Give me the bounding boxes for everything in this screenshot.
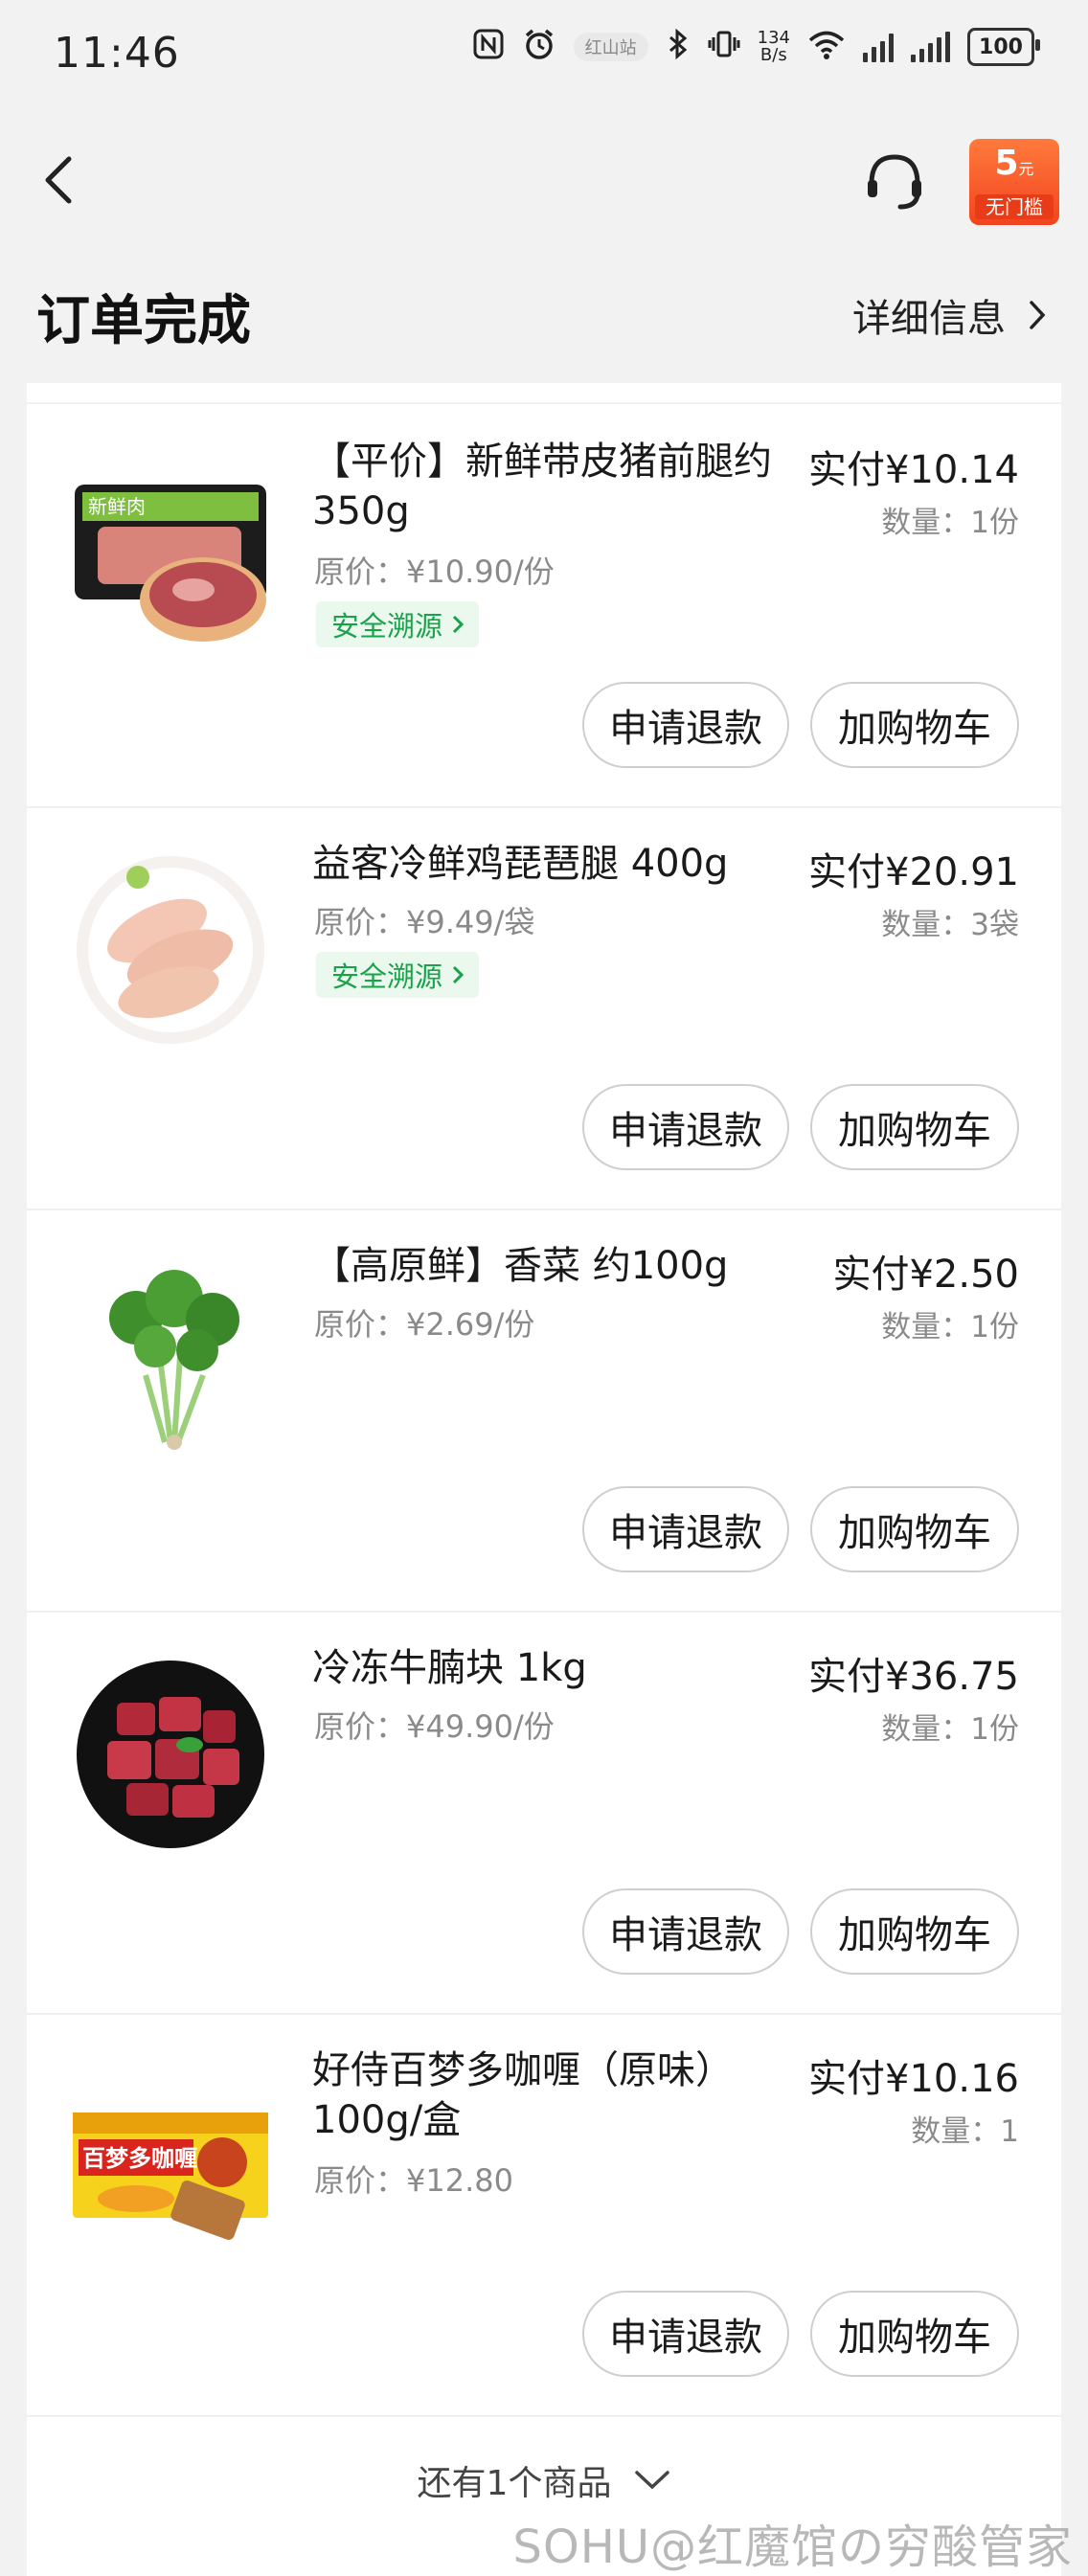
coupon-badge[interactable]: 5元 无门槛 [969,139,1059,225]
paid-amount: 实付¥2.50 [832,1253,1019,1297]
pork-pack-label: 新鲜肉 [88,495,146,518]
chevron-right-icon [452,965,465,984]
detail-info-label: 详细信息 [852,297,1006,341]
paid-amount: 实付¥20.91 [808,850,1019,894]
status-time: 11:46 [54,29,180,78]
request-refund-button[interactable]: 申请退款 [582,1084,789,1170]
request-refund-button[interactable]: 申请退款 [582,2291,789,2377]
original-price: 原价：¥2.69/份 [314,1306,535,1343]
detail-info-link[interactable]: 详细信息 [852,287,1046,343]
chevron-right-icon [1030,301,1046,329]
status-icons: 红山站 134 B/s 100 [472,27,1040,67]
product-name[interactable]: 【平价】新鲜带皮猪前腿约350g [312,437,810,536]
chevron-left-icon [45,156,72,204]
quantity: 数量：1 [911,2114,1019,2149]
headset-icon [868,154,921,210]
wifi-icon [807,29,846,65]
request-refund-button[interactable]: 申请退款 [582,1486,789,1572]
net-speed-unit: B/s [759,45,787,65]
quantity: 数量：1份 [881,506,1019,540]
carrier-tag: 红山站 [573,33,648,61]
product-name[interactable]: 好侍百梦多咖喱（原味）100g/盒 [312,2045,810,2145]
vibrate-icon [708,28,740,66]
quantity: 数量：3袋 [881,908,1019,942]
quantity: 数量：1份 [881,1712,1019,1747]
original-price: 原价：¥49.90/份 [314,1708,555,1745]
chevron-down-icon [635,2471,670,2490]
request-refund-button[interactable]: 申请退款 [582,682,789,768]
order-item: 益客冷鲜鸡琵琶腿 400g 原价：¥9.49/袋 安全溯源 实付¥20.91 数… [27,806,1061,1210]
add-to-cart-button[interactable]: 加购物车 [810,682,1019,768]
order-items-card: 新鲜肉 【平价】新鲜带皮猪前腿约350g 原价：¥10.90/份 安全溯源 实付… [27,383,1061,2576]
request-refund-button[interactable]: 申请退款 [582,1888,789,1975]
battery-icon: 100 [967,28,1040,66]
paid-amount: 实付¥36.75 [808,1655,1019,1699]
safety-trace-label: 安全溯源 [331,610,443,643]
status-bar: 11:46 红山站 134 B/s 100 [0,0,1088,105]
product-name[interactable]: 益客冷鲜鸡琵琶腿 400g [312,839,810,889]
order-item: 新鲜肉 【平价】新鲜带皮猪前腿约350g 原价：¥10.90/份 安全溯源 实付… [27,404,1061,808]
safety-trace-link[interactable]: 安全溯源 [316,952,480,998]
safety-trace-link[interactable]: 安全溯源 [316,601,480,647]
alarm-icon [522,27,556,67]
customer-service-button[interactable] [862,149,927,213]
add-to-cart-button[interactable]: 加购物车 [810,1486,1019,1572]
product-image-beef[interactable] [69,1653,272,1856]
more-items-label: 还有1个商品 [417,2464,612,2503]
coupon-amount: 5 [994,144,1019,183]
curry-pack-label: 百梦多咖喱 [82,2145,197,2172]
bluetooth-icon [666,28,691,66]
add-to-cart-button[interactable]: 加购物车 [810,1084,1019,1170]
safety-trace-label: 安全溯源 [331,960,443,993]
order-item: 【高原鲜】香菜 约100g 原价：¥2.69/份 实付¥2.50 数量：1份 申… [27,1209,1061,1613]
net-speed: 134 B/s [758,30,790,64]
order-item: 冷冻牛腩块 1kg 原价：¥49.90/份 实付¥36.75 数量：1份 申请退… [27,1611,1061,2015]
paid-amount: 实付¥10.14 [808,448,1019,492]
product-image-cilantro[interactable] [69,1251,272,1454]
signal-icon-2 [911,32,950,62]
chevron-right-icon [452,615,465,634]
quantity: 数量：1份 [881,1310,1019,1344]
card-top-strip [27,383,1061,404]
original-price: 原价：¥9.49/袋 [314,904,535,940]
coupon-unit: 元 [1018,160,1034,178]
product-image-curry[interactable]: 百梦多咖喱 [69,2055,272,2258]
signal-icon [863,32,894,62]
nfc-icon [472,28,505,66]
back-button[interactable] [34,151,82,209]
coupon-amount-row: 5元 [969,139,1059,194]
coupon-text: 无门槛 [975,194,1054,219]
add-to-cart-button[interactable]: 加购物车 [810,2291,1019,2377]
paid-amount: 实付¥10.16 [808,2057,1019,2101]
page-title: 订单完成 [36,290,251,352]
order-item: 百梦多咖喱 好侍百梦多咖喱（原味）100g/盒 原价：¥12.80 实付¥10.… [27,2013,1061,2417]
watermark: SOHU@红魔馆の穷酸管家 [512,2520,1073,2574]
original-price: 原价：¥10.90/份 [314,554,555,590]
original-price: 原价：¥12.80 [314,2162,513,2199]
add-to-cart-button[interactable]: 加购物车 [810,1888,1019,1975]
product-name[interactable]: 冷冻牛腩块 1kg [312,1643,810,1693]
product-image-pork[interactable]: 新鲜肉 [69,446,272,649]
product-name[interactable]: 【高原鲜】香菜 约100g [312,1241,810,1291]
product-image-chicken[interactable] [69,848,272,1051]
